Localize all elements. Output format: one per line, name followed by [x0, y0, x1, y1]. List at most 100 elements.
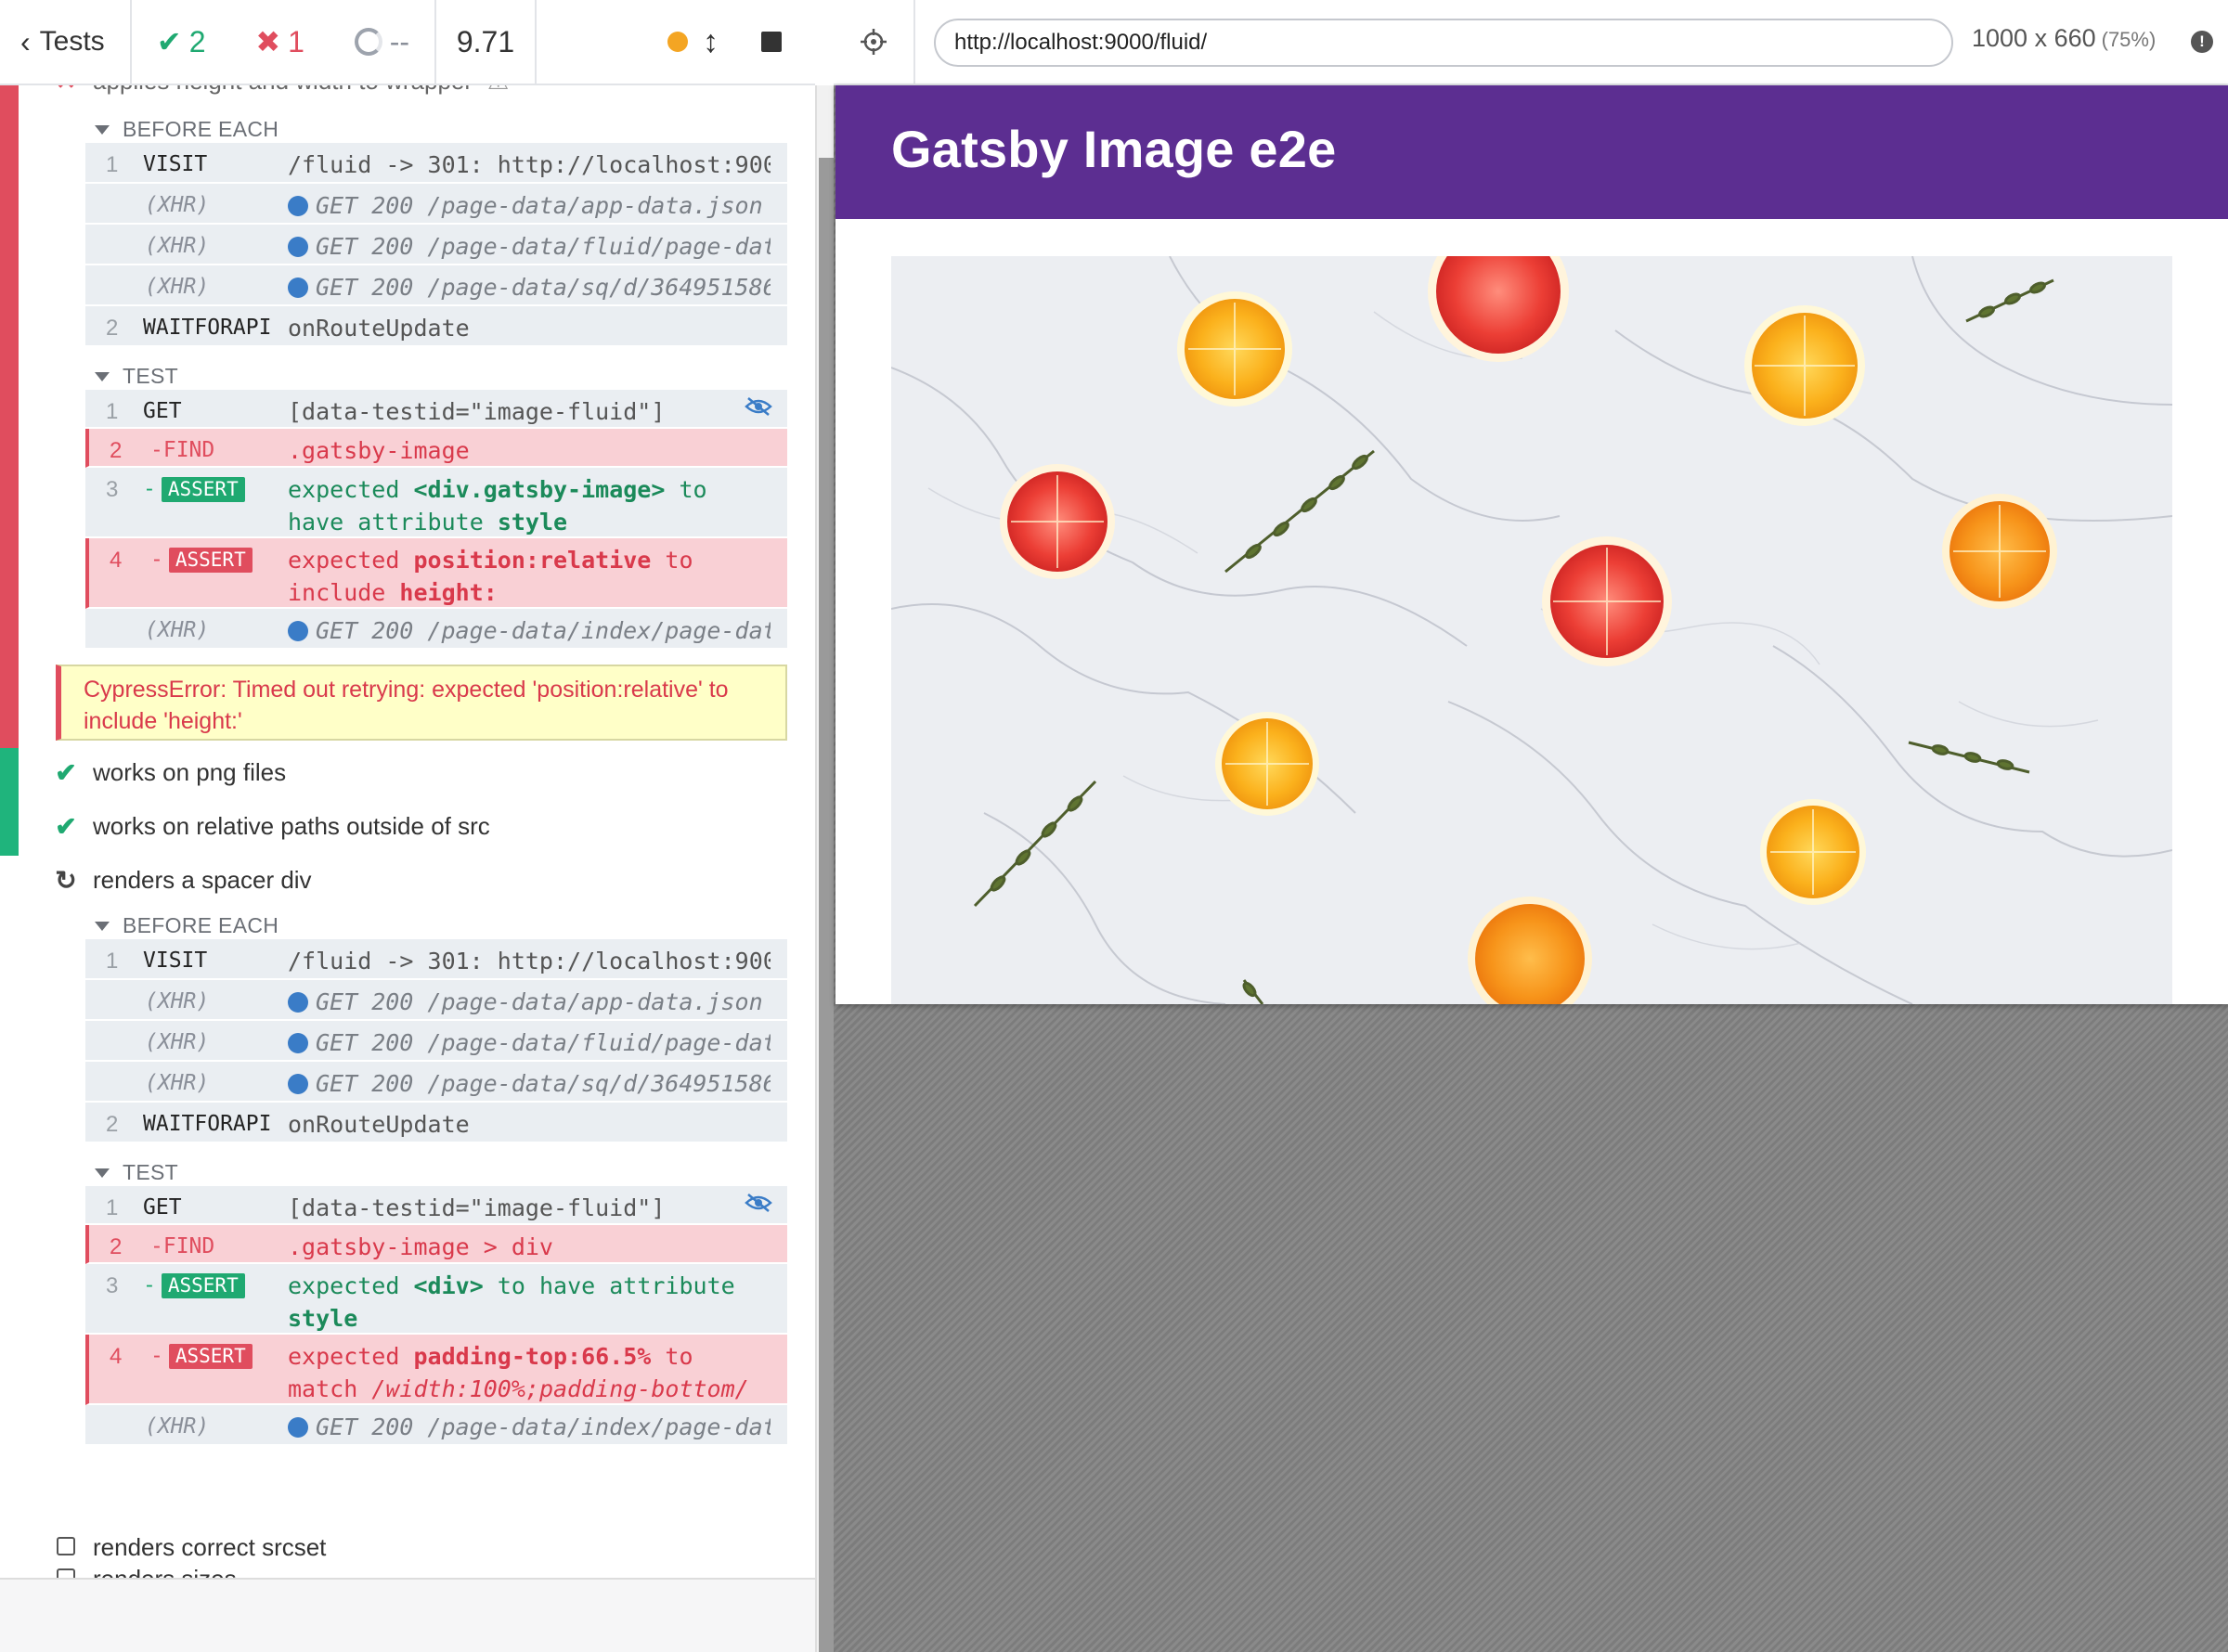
command-name: - ASSERT [150, 544, 253, 576]
command-name: (XHR) [145, 989, 210, 1013]
resize-arrows-icon[interactable]: ↕ [703, 24, 719, 60]
command-number: 4 [110, 1344, 123, 1369]
command-name: VISIT [143, 152, 208, 176]
command-message: .gatsby-image [288, 437, 470, 464]
msg-part: <div> [413, 1272, 484, 1299]
info-icon[interactable]: ! [2191, 31, 2213, 53]
scrollbar-thumb[interactable] [819, 158, 834, 1652]
command-name: (XHR) [145, 1071, 210, 1095]
command-number: 2 [110, 438, 123, 463]
command-row[interactable]: 2 WAITFORAPI onRouteUpdate [85, 1103, 787, 1143]
command-message: [data-testid="image-fluid"] [288, 1194, 666, 1221]
check-icon: ✔ [55, 758, 77, 787]
command-number: 2 [110, 1234, 123, 1259]
hook-name: TEST [123, 1160, 178, 1184]
eye-slash-icon [745, 1194, 772, 1212]
command-list: 1 GET [data-testid="image-fluid"] 2 -FIN… [85, 390, 787, 650]
command-message: expected padding-top:66.5% to match /wid… [288, 1340, 771, 1405]
command-message: /fluid -> 301: http://localhost:900… [288, 948, 771, 974]
refresh-icon: ↻ [55, 866, 77, 895]
command-row[interactable]: (XHR) GET 200 /page-data/app-data.json [85, 184, 787, 225]
xhr-status-dot-icon [288, 1074, 308, 1094]
msg-part: position:relative [413, 547, 652, 574]
test-title-text: renders correct srcset [93, 1533, 327, 1561]
triangle-down-icon [95, 371, 110, 381]
command-row[interactable]: (XHR) GET 200 /page-data/fluid/page-dat… [85, 225, 787, 265]
command-row[interactable]: (XHR) GET 200 /page-data/index/page-dat… [85, 1405, 787, 1446]
url-bar[interactable]: http://localhost:9000/fluid/ [934, 19, 1953, 67]
command-number: 3 [106, 477, 119, 502]
test-title-passed[interactable]: ✔ works on relative paths outside of src [54, 811, 490, 842]
tests-button[interactable]: ‹ Tests [0, 0, 132, 84]
viewport-scale: (75%) [2101, 28, 2157, 51]
command-number: 2 [106, 1112, 119, 1137]
stop-icon[interactable] [761, 32, 782, 52]
command-message-text: GET 200 /page-data/app-data.json [316, 192, 763, 219]
command-row[interactable]: (XHR) GET 200 /page-data/app-data.json [85, 980, 787, 1021]
command-row[interactable]: (XHR) GET 200 /page-data/sq/d/364951586… [85, 265, 787, 306]
command-list: 1 VISIT /fluid -> 301: http://localhost:… [85, 143, 787, 347]
command-list: 1 GET [data-testid="image-fluid"] 2 -FIN… [85, 1186, 787, 1446]
command-row[interactable]: (XHR) GET 200 /page-data/sq/d/364951586… [85, 1062, 787, 1103]
test-title-running[interactable]: ↻ renders a spacer div [54, 865, 311, 896]
command-row-failed[interactable]: 4 - ASSERT expected padding-top:66.5% to … [85, 1335, 787, 1405]
command-message-text: GET 200 /page-data/sq/d/364951586… [316, 274, 771, 301]
command-row[interactable]: 1 GET [data-testid="image-fluid"] [85, 390, 787, 429]
command-row[interactable]: (XHR) GET 200 /page-data/index/page-dat… [85, 609, 787, 650]
command-name: (XHR) [145, 618, 210, 642]
x-icon: ✖ [255, 25, 281, 58]
x-icon: ✕ [54, 85, 78, 96]
reporter-scrollbar[interactable] [815, 85, 834, 1652]
command-list: 1 VISIT /fluid -> 301: http://localhost:… [85, 939, 787, 1143]
test-title-failed[interactable]: ✕ applies height and width to wrapper ⚠ [54, 85, 509, 96]
command-message: expected <div.gatsby-image> to have attr… [288, 473, 771, 538]
test-title-passed[interactable]: ✔ works on png files [54, 757, 286, 788]
hook-header-test[interactable]: TEST [95, 1160, 178, 1185]
command-number: 1 [106, 949, 119, 974]
site-header: Gatsby Image e2e [836, 85, 2228, 219]
msg-part: <div.gatsby-image> [413, 476, 666, 503]
command-row[interactable]: 2 WAITFORAPI onRouteUpdate [85, 306, 787, 347]
command-row[interactable]: 1 VISIT /fluid -> 301: http://localhost:… [85, 939, 787, 980]
check-icon: ✔ [55, 812, 77, 841]
hook-header-before-each[interactable]: BEFORE EACH [95, 117, 278, 142]
command-name: -FIND [150, 438, 215, 462]
hook-header-before-each[interactable]: BEFORE EACH [95, 913, 278, 938]
aut-header: http://localhost:9000/fluid/ 1000 x 660(… [834, 0, 2228, 85]
xhr-status-dot-icon [288, 1033, 308, 1053]
error-message[interactable]: CypressError: Timed out retrying: expect… [56, 665, 787, 741]
xhr-status-dot-icon [288, 237, 308, 257]
passed-stat: ✔ 2 [157, 24, 206, 59]
run-controls: ↕ [537, 0, 815, 84]
command-row[interactable]: 1 GET [data-testid="image-fluid"] [85, 1186, 787, 1225]
test-title-pending[interactable]: renders correct srcset [54, 1533, 326, 1562]
failed-runnable-indicator [0, 85, 19, 748]
command-message-text: GET 200 /page-data/fluid/page-dat… [316, 1029, 771, 1056]
command-row-failed[interactable]: 2 -FIND .gatsby-image [85, 429, 787, 468]
hook-header-test[interactable]: TEST [95, 364, 178, 389]
command-row-failed[interactable]: 4 - ASSERT expected position:relative to … [85, 538, 787, 609]
msg-part: padding-top:66.5% [413, 1343, 652, 1370]
command-message: .gatsby-image > div [288, 1233, 553, 1260]
command-name: WAITFORAPI [143, 316, 272, 340]
test-title-text: works on relative paths outside of src [93, 812, 490, 840]
site-title[interactable]: Gatsby Image e2e [891, 119, 1336, 179]
command-name: (XHR) [145, 193, 210, 217]
command-name: (XHR) [145, 275, 210, 299]
command-row[interactable]: 3 - ASSERT expected <div.gatsby-image> to… [85, 468, 787, 538]
command-row[interactable]: 3 - ASSERT expected <div> to have attribu… [85, 1264, 787, 1335]
aut-iframe: Gatsby Image e2e [836, 85, 2228, 1004]
command-row-failed[interactable]: 2 -FIND .gatsby-image > div [85, 1225, 787, 1264]
command-message: GET 200 /page-data/index/page-dat… [288, 1411, 771, 1443]
fluid-image [891, 256, 2172, 1004]
selector-playground-button[interactable] [834, 0, 915, 84]
aut-viewport: Gatsby Image e2e [834, 85, 2228, 1652]
viewport-size: 1000 x 660 [1972, 24, 2096, 52]
command-message: GET 200 /page-data/fluid/page-dat… [288, 230, 771, 263]
pending-count: -- [389, 24, 410, 58]
command-row[interactable]: 1 VISIT /fluid -> 301: http://localhost:… [85, 143, 787, 184]
command-name: -FIND [150, 1234, 215, 1258]
command-message-text: GET 200 /page-data/index/page-dat… [316, 1413, 771, 1440]
command-row[interactable]: (XHR) GET 200 /page-data/fluid/page-dat… [85, 1021, 787, 1062]
hook-name: BEFORE EACH [123, 117, 279, 141]
